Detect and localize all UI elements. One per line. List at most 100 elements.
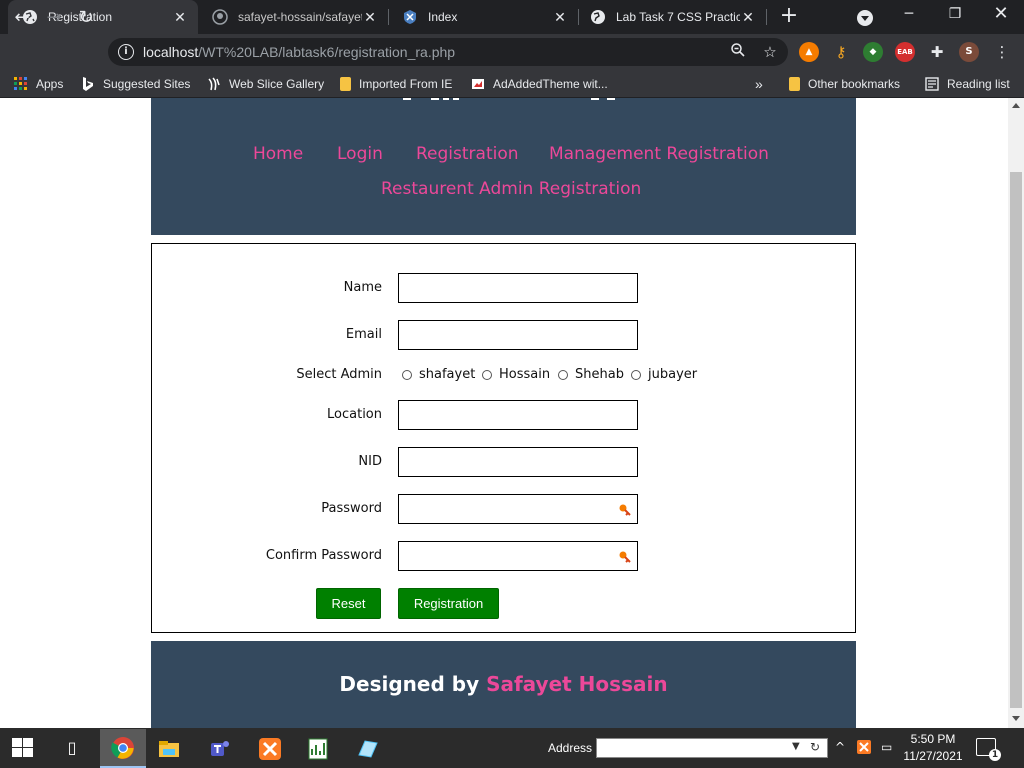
taskbar-notepad-plus[interactable] xyxy=(295,729,341,768)
tab-index[interactable]: Index ✕ xyxy=(388,0,578,34)
teams-icon xyxy=(208,737,232,761)
bookmark-suggested-sites[interactable]: Suggested Sites xyxy=(81,75,190,93)
close-tab-icon[interactable]: ✕ xyxy=(552,9,568,26)
close-tab-icon[interactable]: ✕ xyxy=(740,9,756,26)
nav-restaurent-admin-registration-link[interactable]: Restaurent Admin Registration xyxy=(381,179,641,199)
admin-option-label: jubayer xyxy=(648,367,698,382)
site-header xyxy=(151,98,856,235)
bing-icon xyxy=(81,77,95,91)
reload-icon[interactable]: ↻ xyxy=(74,6,98,30)
chrome-icon xyxy=(111,736,135,760)
admin-option-label: Hossain xyxy=(499,367,551,382)
reading-list-button[interactable]: Reading list xyxy=(925,75,1010,93)
registration-submit-button[interactable]: Registration xyxy=(398,588,499,619)
password-key-icon[interactable] xyxy=(618,502,632,516)
admin-radio-jubayer[interactable] xyxy=(631,370,641,380)
admin-radio-shafayet[interactable] xyxy=(402,370,412,380)
scroll-up-arrow-icon[interactable] xyxy=(1012,103,1020,108)
admin-radio-shehab[interactable] xyxy=(558,370,568,380)
url-text[interactable]: localhost/WT%20LAB/labtask6/registration… xyxy=(143,44,455,60)
close-window-button[interactable]: ✕ xyxy=(978,0,1024,30)
admin-option-label: shafayet xyxy=(419,367,476,382)
minimize-button[interactable]: ─ xyxy=(886,0,932,30)
admin-radio-hossain[interactable] xyxy=(482,370,492,380)
site-info-icon[interactable]: i xyxy=(118,44,134,60)
apps-grid-icon xyxy=(14,77,28,91)
location-label: Location xyxy=(327,407,382,422)
nid-label: NID xyxy=(358,454,382,469)
zoom-icon[interactable] xyxy=(728,42,748,62)
back-icon[interactable]: ← xyxy=(10,6,34,30)
email-input[interactable] xyxy=(398,320,638,350)
footer-author: Safayet Hossain xyxy=(486,672,668,696)
site-title-clipped xyxy=(395,98,625,106)
notebook-icon xyxy=(355,737,379,761)
xampp-icon xyxy=(402,9,418,25)
password-input[interactable] xyxy=(398,494,638,524)
taskbar-chrome[interactable] xyxy=(100,729,146,768)
taskbar-clock[interactable]: 5:50 PM 11/27/2021 xyxy=(900,731,966,765)
close-tab-icon[interactable]: ✕ xyxy=(362,9,378,26)
bookmark-web-slice-gallery[interactable]: Web Slice Gallery xyxy=(207,75,324,93)
bookmark-adaddedtheme[interactable]: AdAddedTheme wit... xyxy=(471,75,608,93)
tab-lab-task-7[interactable]: Lab Task 7 CSS Practice ✕ xyxy=(576,0,766,34)
bookmark-star-icon[interactable]: ☆ xyxy=(760,42,780,62)
clock-time: 5:50 PM xyxy=(910,732,956,746)
bookmark-imported-from-ie[interactable]: Imported From IE xyxy=(340,75,452,93)
profile-avatar[interactable]: S xyxy=(959,42,979,62)
select-admin-label: Select Admin xyxy=(296,367,382,382)
folder-icon xyxy=(157,737,181,761)
menu-kebab-icon[interactable]: ⋮ xyxy=(992,42,1012,62)
chevron-down-icon[interactable]: ▼ xyxy=(792,741,800,752)
tab-github[interactable]: safayet-hossain/safayet ✕ xyxy=(198,0,388,34)
restore-button[interactable]: ❐ xyxy=(932,0,978,30)
scroll-down-arrow-icon[interactable] xyxy=(1012,716,1020,721)
globe-icon xyxy=(590,9,606,25)
reading-list-icon xyxy=(925,77,939,91)
name-label: Name xyxy=(343,280,382,295)
web-slice-icon xyxy=(207,77,221,91)
notification-badge: 1 xyxy=(989,749,1001,761)
tab-search-icon[interactable] xyxy=(857,10,873,26)
extensions-puzzle-icon[interactable]: ✚ xyxy=(927,42,947,62)
tab-title: Lab Task 7 CSS Practice xyxy=(616,10,740,24)
confirm-password-key-icon[interactable] xyxy=(618,549,632,563)
email-label: Email xyxy=(345,327,382,342)
action-center-icon[interactable]: 1 xyxy=(976,738,1001,761)
nav-home-link[interactable]: Home xyxy=(253,144,303,164)
confirm-password-input[interactable] xyxy=(398,541,638,571)
name-input[interactable] xyxy=(398,273,638,303)
reset-button[interactable]: Reset xyxy=(316,588,381,619)
taskbar-xampp[interactable] xyxy=(247,729,293,768)
tab-separator xyxy=(766,9,767,25)
xampp-icon xyxy=(258,737,282,761)
nav-registration-link[interactable]: Registration xyxy=(416,144,519,164)
nid-input[interactable] xyxy=(398,447,638,477)
extension-green-icon[interactable]: ◆ xyxy=(863,42,883,62)
close-tab-icon[interactable]: ✕ xyxy=(172,9,188,26)
extension-avast-icon[interactable]: ▲ xyxy=(799,42,819,62)
battery-icon[interactable]: ▭ xyxy=(881,740,892,754)
taskbar-teams[interactable] xyxy=(197,729,243,768)
taskbar-file-explorer[interactable] xyxy=(146,729,192,768)
taskbar-app-generic[interactable] xyxy=(344,729,390,768)
scrollbar-thumb[interactable] xyxy=(1010,172,1022,708)
folder-icon xyxy=(340,77,351,91)
tab-registration[interactable]: Registration ✕ xyxy=(8,0,198,34)
clock-date: 11/27/2021 xyxy=(903,749,963,763)
windows-start-icon[interactable] xyxy=(12,738,34,758)
tray-overflow-icon[interactable]: ^ xyxy=(835,740,845,754)
nav-management-registration-link[interactable]: Management Registration xyxy=(549,144,769,164)
refresh-go-icon[interactable]: ↻ xyxy=(810,740,820,754)
bookmark-other-bookmarks[interactable]: Other bookmarks xyxy=(789,75,900,93)
location-input[interactable] xyxy=(398,400,638,430)
new-tab-button[interactable]: + xyxy=(777,5,801,29)
nav-login-link[interactable]: Login xyxy=(337,144,383,164)
forward-icon[interactable]: → xyxy=(42,6,66,30)
tray-xampp-icon[interactable] xyxy=(857,740,871,757)
extension-key-icon[interactable]: ⚷ xyxy=(831,42,851,62)
bookmark-apps[interactable]: Apps xyxy=(14,75,63,93)
task-view-icon[interactable]: ▯ xyxy=(61,737,83,759)
bookmarks-overflow-button[interactable]: » xyxy=(755,75,763,93)
extension-adblock-icon[interactable]: EAB xyxy=(895,42,915,62)
